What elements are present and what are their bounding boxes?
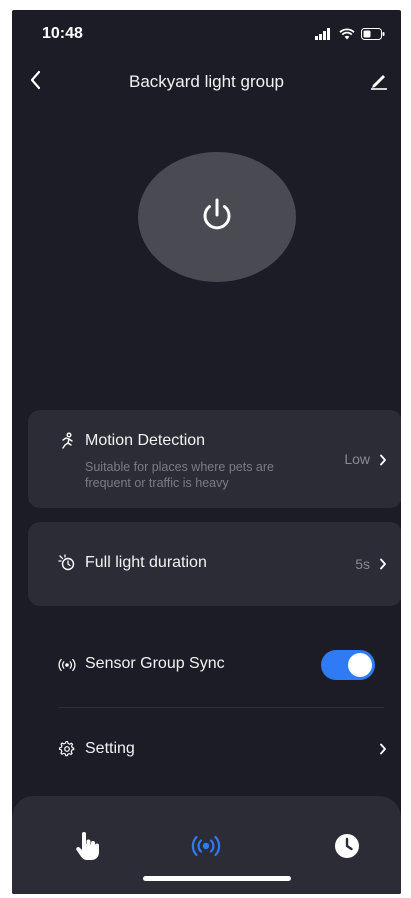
- toggle-knob: [348, 653, 372, 677]
- full-light-duration-title: Full light duration: [85, 554, 207, 571]
- chevron-right-icon: [378, 557, 388, 571]
- nav-manual-control[interactable]: [65, 826, 109, 870]
- page-title: Backyard light group: [129, 72, 284, 91]
- home-indicator: [143, 876, 291, 881]
- status-bar: 10:48: [12, 10, 401, 56]
- power-icon: [197, 195, 237, 240]
- sensor-wave-icon: [191, 835, 221, 862]
- running-person-icon: [58, 432, 76, 450]
- edit-button[interactable]: [365, 68, 393, 96]
- sensor-group-sync-toggle[interactable]: [321, 650, 375, 680]
- nav-sensor[interactable]: [184, 826, 228, 870]
- sensor-group-sync-title: Sensor Group Sync: [85, 655, 225, 672]
- header: Backyard light group: [12, 62, 401, 102]
- motion-detection-description: Suitable for places where pets are frequ…: [85, 460, 274, 490]
- setting-title: Setting: [85, 740, 135, 757]
- nav-schedule[interactable]: [325, 826, 369, 870]
- timer-sun-icon: [58, 554, 76, 572]
- broadcast-icon: [58, 656, 76, 674]
- status-time: 10:48: [42, 25, 83, 42]
- full-light-duration-card[interactable]: Full light duration 5s: [28, 522, 401, 606]
- divider: [58, 707, 384, 708]
- phone-screen: 10:48 Backyard light group Motion Detect…: [12, 10, 401, 894]
- chevron-right-icon: [378, 453, 388, 467]
- chevron-right-icon: [378, 742, 388, 756]
- setting-row[interactable]: Setting: [28, 720, 401, 776]
- signal-icon: [315, 27, 333, 45]
- motion-detection-title: Motion Detection: [85, 432, 206, 449]
- hand-pointer-icon: [74, 831, 100, 866]
- full-light-duration-value: 5s: [355, 556, 370, 572]
- clock-icon: [334, 833, 360, 864]
- status-icons: [315, 27, 385, 45]
- pencil-icon: [369, 70, 389, 95]
- motion-detection-value: Low: [344, 451, 370, 467]
- battery-icon: [361, 27, 385, 45]
- wifi-icon: [339, 27, 355, 45]
- gear-icon: [58, 740, 76, 758]
- power-button[interactable]: [138, 152, 296, 282]
- motion-detection-card[interactable]: Motion Detection Suitable for places whe…: [28, 410, 401, 508]
